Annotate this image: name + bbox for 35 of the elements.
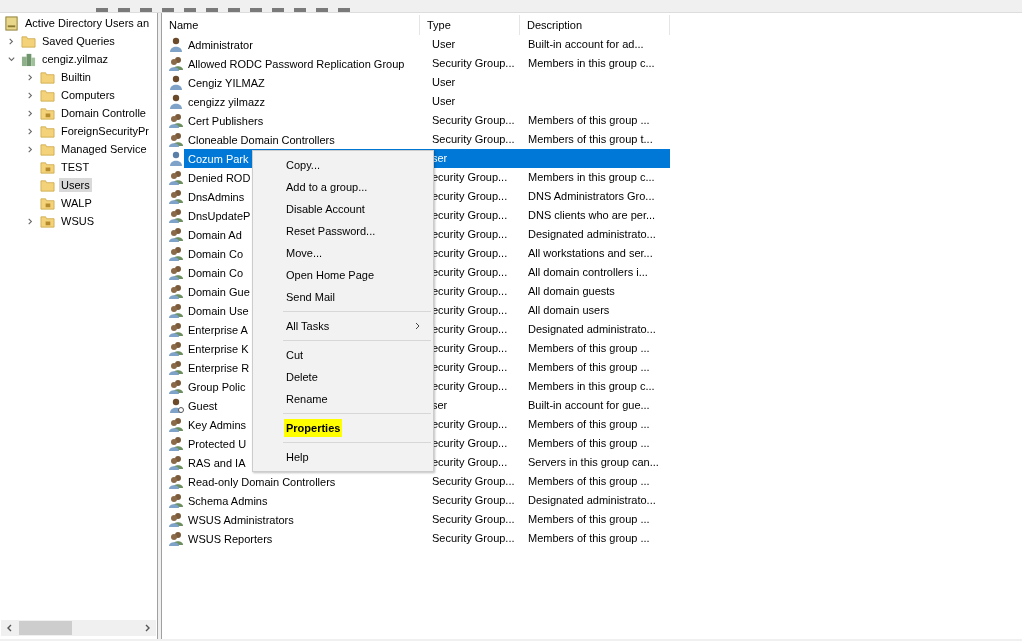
description-cell-text: DNS Administrators Gro... xyxy=(527,189,656,204)
description-cell-text: Servers in this group can... xyxy=(527,455,660,470)
description-cell-text: Members in this group c... xyxy=(527,56,656,71)
type-cell-text: Security Group... xyxy=(431,512,516,527)
description-cell-text: Members of this group ... xyxy=(527,531,651,546)
description-cell-text: Members of this group ... xyxy=(527,474,651,489)
description-cell-text: Designated administrato... xyxy=(527,493,657,508)
type-cell-text: Security Group... xyxy=(431,56,516,71)
type-cell-text: User xyxy=(431,75,457,90)
description-cell-text: Members of this group ... xyxy=(527,417,651,432)
description-cell-text: All workstations and ser... xyxy=(527,246,654,261)
description-cell-text: Built-in account for gue... xyxy=(527,398,651,413)
description-cell-text: Members in this group c... xyxy=(527,379,656,394)
description-cell-text: Members of this group ... xyxy=(527,360,651,375)
type-cell-text: Security Group... xyxy=(431,493,516,508)
type-cell-text: Security Group... xyxy=(431,531,516,546)
description-cell-text: All domain guests xyxy=(527,284,616,299)
description-cell-text: All domain users xyxy=(527,303,611,318)
type-cell-text: Security Group... xyxy=(431,474,516,489)
description-cell-text: Members of this group ... xyxy=(527,341,651,356)
description-cell-text: Members of this group ... xyxy=(527,436,651,451)
type-cell-text: Security Group... xyxy=(431,132,516,147)
description-cell-text: Designated administrato... xyxy=(527,227,657,242)
description-cell-text: Built-in account for ad... xyxy=(527,37,645,52)
description-cell-text: Designated administrato... xyxy=(527,322,657,337)
type-cell-text: User xyxy=(431,37,457,52)
description-cell-text: Members of this group ... xyxy=(527,113,651,128)
description-cell-text: Members of this group t... xyxy=(527,132,654,147)
description-cell-text: Members in this group c... xyxy=(527,170,656,185)
menu-item-label: All Tasks xyxy=(286,320,330,332)
type-cell-text: User xyxy=(431,94,457,109)
type-cell-text: Security Group... xyxy=(431,113,516,128)
description-cell-text: Members of this group ... xyxy=(527,512,651,527)
description-cell-text: All domain controllers i... xyxy=(527,265,649,280)
description-cell-text: DNS clients who are per... xyxy=(527,208,657,223)
